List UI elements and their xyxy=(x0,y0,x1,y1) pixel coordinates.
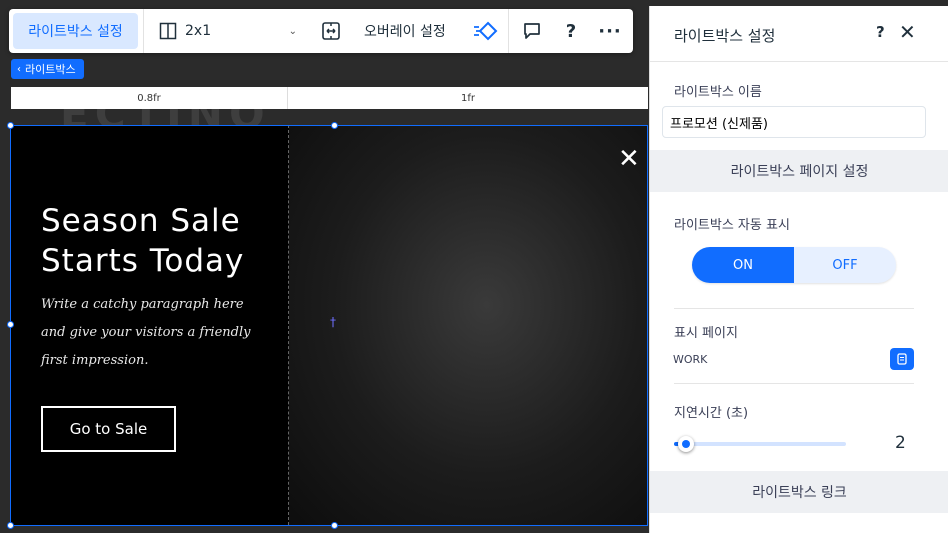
breadcrumb-lightbox[interactable]: ‹ 라이트박스 xyxy=(11,59,84,79)
grid-column-2[interactable]: 1fr xyxy=(288,87,648,109)
lightbox-canvas[interactable]: Season Sale Starts Today Write a catchy … xyxy=(10,125,648,525)
fit-to-screen-icon xyxy=(322,22,340,40)
overlay-settings-label: 오버레이 설정 xyxy=(364,24,446,40)
lightbox-settings-button[interactable]: 라이트박스 설정 xyxy=(13,13,138,49)
lightbox-name-input[interactable] xyxy=(662,106,926,138)
resize-handle[interactable] xyxy=(7,522,14,529)
breadcrumb-label: 라이트박스 xyxy=(25,63,76,76)
column-guide-line xyxy=(288,125,289,525)
auto-display-toggle[interactable]: ON OFF xyxy=(692,247,896,283)
resize-handle[interactable] xyxy=(7,321,14,328)
animation-button[interactable] xyxy=(471,9,499,53)
grid-column-1[interactable]: 0.8fr xyxy=(11,87,288,109)
page-icon xyxy=(897,353,907,365)
lightbox-settings-label: 라이트박스 설정 xyxy=(28,24,123,40)
go-to-sale-button[interactable]: Go to Sale xyxy=(41,406,176,452)
lightbox-settings-panel: 라이트박스 설정 ? ✕ 라이트박스 이름 라이트박스 페이지 설정 라이트박스… xyxy=(649,6,948,533)
columns-layout-icon xyxy=(159,22,177,40)
help-icon[interactable]: ? xyxy=(876,23,885,41)
animation-icon xyxy=(474,21,498,41)
divider xyxy=(674,383,914,384)
toggle-on-option[interactable]: ON xyxy=(692,247,794,283)
chevron-down-icon: ⌄ xyxy=(288,25,297,37)
panel-header: 라이트박스 설정 ? ✕ xyxy=(650,6,948,62)
comment-icon xyxy=(524,23,540,39)
toolbar-divider xyxy=(508,9,509,53)
toggle-off-option[interactable]: OFF xyxy=(794,247,896,283)
editor-toolbar: 라이트박스 설정 2x1 ⌄ 오버레이 설정 ? ··· xyxy=(9,9,633,53)
toolbar-divider xyxy=(143,9,144,53)
auto-display-label: 라이트박스 자동 표시 xyxy=(674,218,790,233)
resize-handle[interactable] xyxy=(331,522,338,529)
fit-button[interactable] xyxy=(317,9,345,53)
lightbox-paragraph[interactable]: Write a catchy paragraph here and give y… xyxy=(41,291,251,375)
resize-handle[interactable] xyxy=(331,122,338,129)
help-icon[interactable]: ? xyxy=(561,9,581,53)
delay-slider-knob[interactable] xyxy=(678,436,694,452)
delay-label: 지연시간 (초) xyxy=(674,406,749,421)
headline-line-1: Season Sale xyxy=(41,203,241,239)
resize-handle[interactable] xyxy=(7,122,14,129)
delay-value[interactable]: 2 xyxy=(895,433,906,453)
layout-dropdown[interactable]: 2x1 ⌄ xyxy=(159,9,299,53)
lightbox-headline[interactable]: Season Sale Starts Today xyxy=(41,201,244,281)
grid-center-marker: † xyxy=(330,315,336,329)
page-settings-section-header: 라이트박스 페이지 설정 xyxy=(650,150,948,192)
delay-slider[interactable] xyxy=(674,436,846,452)
lightbox-name-label: 라이트박스 이름 xyxy=(674,85,762,100)
close-icon[interactable]: ✕ xyxy=(618,146,640,172)
chevron-left-icon: ‹ xyxy=(17,63,21,75)
comment-button[interactable] xyxy=(519,9,545,53)
page-select-button[interactable] xyxy=(890,348,914,370)
display-page-label: 표시 페이지 xyxy=(674,326,738,341)
panel-title: 라이트박스 설정 xyxy=(674,27,776,45)
headline-line-2: Starts Today xyxy=(41,243,245,279)
watch-image-area xyxy=(289,125,648,525)
close-icon[interactable]: ✕ xyxy=(899,20,916,44)
more-icon[interactable]: ··· xyxy=(597,9,623,53)
display-page-value: WORK xyxy=(673,353,708,366)
grid-column-ruler: 0.8fr 1fr xyxy=(11,87,648,109)
lightbox-link-section-header: 라이트박스 링크 xyxy=(650,471,948,513)
divider xyxy=(674,308,914,309)
layout-value: 2x1 xyxy=(185,23,212,39)
overlay-settings-button[interactable]: 오버레이 설정 xyxy=(364,9,464,53)
